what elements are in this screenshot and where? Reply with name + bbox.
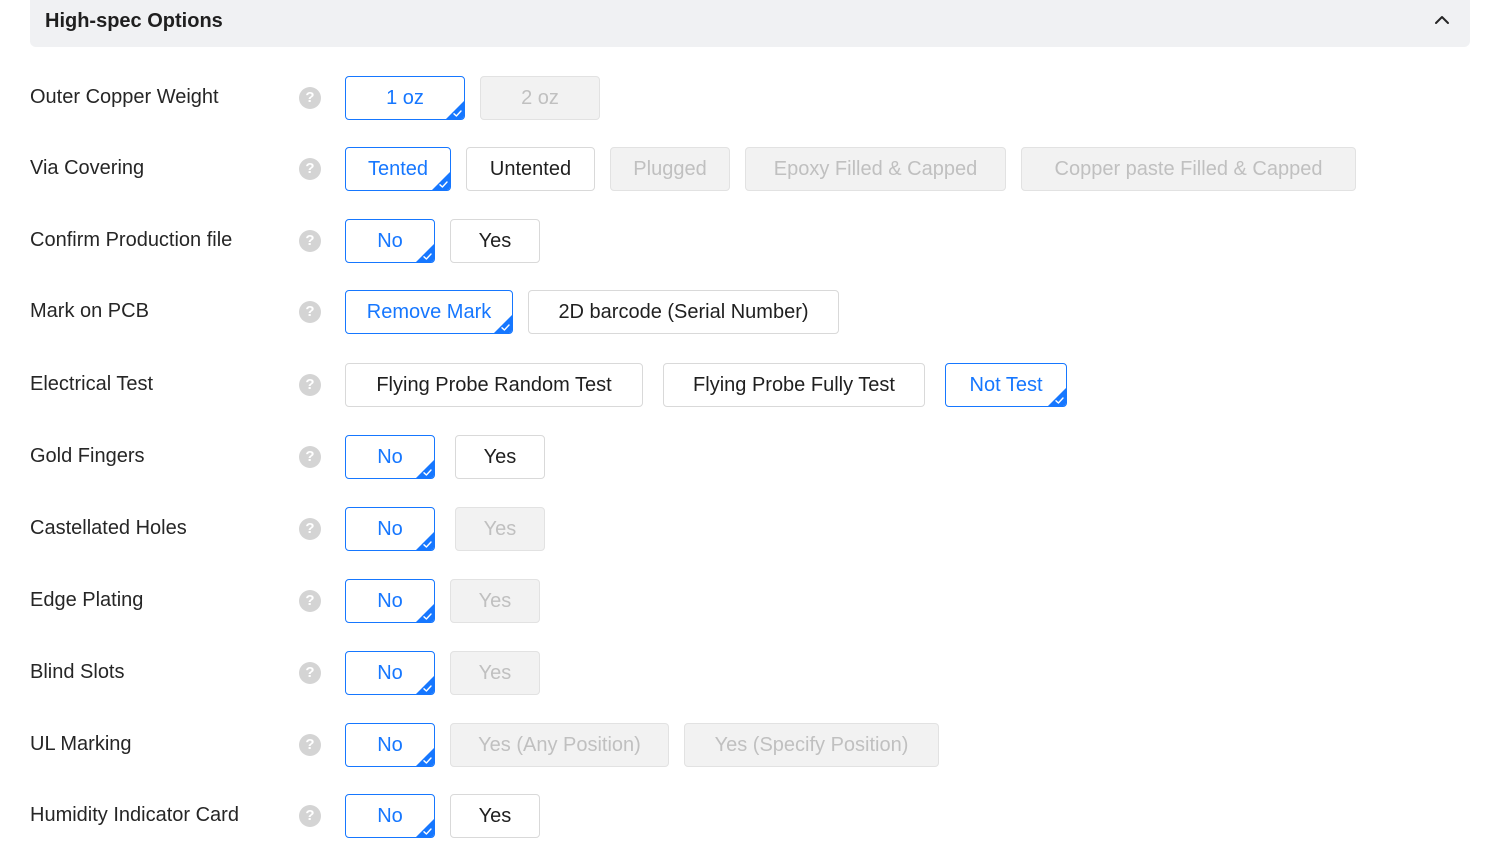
help-icon[interactable]: ? xyxy=(299,734,321,756)
option-button-2d-barcode-serial-number[interactable]: 2D barcode (Serial Number) xyxy=(528,290,839,334)
option-label: Castellated Holes xyxy=(30,517,187,539)
option-button-label: Yes xyxy=(483,446,517,468)
option-button-no[interactable]: No xyxy=(345,219,435,263)
option-button-tented[interactable]: Tented xyxy=(345,147,451,191)
checkmark-icon xyxy=(439,179,448,188)
option-button-label: 2 oz xyxy=(521,87,559,109)
option-button-label: Flying Probe Fully Test xyxy=(693,374,895,396)
help-icon[interactable]: ? xyxy=(299,301,321,323)
help-icon[interactable]: ? xyxy=(299,662,321,684)
help-icon[interactable]: ? xyxy=(299,518,321,540)
help-icon[interactable]: ? xyxy=(299,87,321,109)
option-button-no[interactable]: No xyxy=(345,579,435,623)
option-button-plugged: Plugged xyxy=(610,147,730,191)
option-button-label: Yes xyxy=(483,518,517,540)
option-button-not-test[interactable]: Not Test xyxy=(945,363,1067,407)
option-button-yes: Yes xyxy=(455,507,545,551)
option-label: Via Covering xyxy=(30,157,145,179)
help-icon[interactable]: ? xyxy=(299,446,321,468)
option-label: Edge Plating xyxy=(30,589,144,611)
option-button-label: No xyxy=(377,805,403,827)
option-button-yes[interactable]: Yes xyxy=(455,435,545,479)
option-button-label: Tented xyxy=(367,158,429,180)
option-button-label: Untented xyxy=(489,158,572,180)
option-label: Confirm Production file xyxy=(30,229,233,251)
option-button-label: No xyxy=(377,590,403,612)
option-button-yes[interactable]: Yes xyxy=(450,219,540,263)
checkmark-icon xyxy=(453,108,462,117)
checkmark-icon xyxy=(423,467,432,476)
option-button-label: Plugged xyxy=(633,158,707,180)
option-button-no[interactable]: No xyxy=(345,723,435,767)
option-button-label: Copper paste Filled & Capped xyxy=(1054,158,1323,180)
option-button-label: Yes (Any Position) xyxy=(478,734,641,756)
help-icon[interactable]: ? xyxy=(299,374,321,396)
option-button-label: Yes xyxy=(478,805,512,827)
option-label: Blind Slots xyxy=(30,661,125,683)
checkmark-icon xyxy=(423,755,432,764)
option-button-label: Not Test xyxy=(969,374,1043,396)
help-icon[interactable]: ? xyxy=(299,230,321,252)
option-button-label: No xyxy=(377,446,403,468)
option-label: Mark on PCB xyxy=(30,300,149,322)
option-button-label: 2D barcode (Serial Number) xyxy=(558,301,809,323)
checkmark-icon xyxy=(423,251,432,260)
checkmark-icon xyxy=(423,611,432,620)
checkmark-icon xyxy=(501,322,510,331)
option-label: Humidity Indicator Card xyxy=(30,804,239,826)
option-button-remove-mark[interactable]: Remove Mark xyxy=(345,290,513,334)
option-button-yes-any-position: Yes (Any Position) xyxy=(450,723,669,767)
chevron-up-icon[interactable] xyxy=(1432,10,1452,30)
option-label: UL Marking xyxy=(30,733,132,755)
option-button-label: Remove Mark xyxy=(366,301,492,323)
checkmark-icon xyxy=(1055,395,1064,404)
section-title: High-spec Options xyxy=(45,10,223,32)
option-button-yes: Yes xyxy=(450,579,540,623)
option-button-yes-specify-position: Yes (Specify Position) xyxy=(684,723,939,767)
option-button-label: No xyxy=(377,734,403,756)
checkmark-icon xyxy=(423,539,432,548)
option-button-no[interactable]: No xyxy=(345,651,435,695)
option-button-untented[interactable]: Untented xyxy=(466,147,595,191)
option-label: Gold Fingers xyxy=(30,445,145,467)
checkmark-icon xyxy=(423,683,432,692)
help-icon[interactable]: ? xyxy=(299,805,321,827)
option-button-no[interactable]: No xyxy=(345,435,435,479)
checkmark-icon xyxy=(423,826,432,835)
option-button-flying-probe-fully-test[interactable]: Flying Probe Fully Test xyxy=(663,363,925,407)
option-label: Outer Copper Weight xyxy=(30,86,219,108)
high-spec-options-header[interactable]: High-spec Options xyxy=(30,0,1470,47)
option-button-label: Epoxy Filled & Capped xyxy=(773,158,978,180)
option-button-no[interactable]: No xyxy=(345,507,435,551)
option-button-label: No xyxy=(377,230,403,252)
option-label: Electrical Test xyxy=(30,373,154,395)
option-button-no[interactable]: No xyxy=(345,794,435,838)
option-button-yes[interactable]: Yes xyxy=(450,794,540,838)
option-button-label: Yes (Specify Position) xyxy=(714,734,909,756)
option-button-label: Yes xyxy=(478,662,512,684)
option-button-label: Yes xyxy=(478,230,512,252)
option-button-label: Flying Probe Random Test xyxy=(376,374,612,396)
option-button-label: No xyxy=(377,518,403,540)
option-button-yes: Yes xyxy=(450,651,540,695)
option-button-copper-paste-filled-capped: Copper paste Filled & Capped xyxy=(1021,147,1356,191)
option-button-epoxy-filled-capped: Epoxy Filled & Capped xyxy=(745,147,1006,191)
option-button-label: No xyxy=(377,662,403,684)
help-icon[interactable]: ? xyxy=(299,590,321,612)
help-icon[interactable]: ? xyxy=(299,158,321,180)
option-button-1-oz[interactable]: 1 oz xyxy=(345,76,465,120)
option-button-label: Yes xyxy=(478,590,512,612)
option-button-2-oz: 2 oz xyxy=(480,76,600,120)
option-button-flying-probe-random-test[interactable]: Flying Probe Random Test xyxy=(345,363,643,407)
option-button-label: 1 oz xyxy=(386,87,424,109)
